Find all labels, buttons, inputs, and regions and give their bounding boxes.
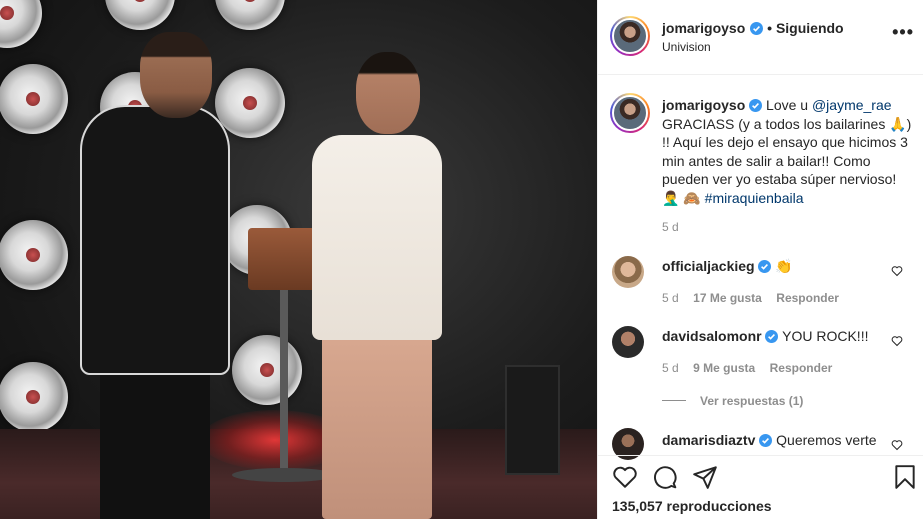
stage-light [215,0,285,30]
stool [248,228,320,290]
stage-light [105,0,175,30]
comment-username[interactable]: damarisdiaztv [662,432,755,448]
caption-avatar[interactable] [610,93,650,133]
comment-1-meta: 5 d 17 Me gusta Responder [662,289,839,307]
stage-light [0,0,42,48]
man-figure-legs [100,360,210,519]
stage-light [0,220,68,290]
verified-icon [749,22,763,35]
comment-timestamp[interactable]: 5 d [662,291,679,305]
caption-username[interactable]: jomarigoyso [662,97,745,113]
more-options-icon[interactable]: ••• [892,22,914,43]
author-avatar[interactable] [610,16,650,56]
stage-light [0,362,68,432]
instagram-post: jomarigoyso • Siguiendo Univision ••• jo… [0,0,923,519]
location-link[interactable]: Univision [662,40,711,54]
post-header: jomarigoyso • Siguiendo Univision ••• [598,0,923,75]
following-button[interactable]: • Siguiendo [767,20,843,36]
stage-light [232,335,302,405]
comment-2-meta: 5 d 9 Me gusta Responder [662,359,832,377]
stool-leg [280,290,288,480]
comment-text: YOU ROCK!!! [782,328,869,344]
comment-timestamp[interactable]: 5 d [662,361,679,375]
save-icon[interactable] [894,464,916,490]
like-icon[interactable] [612,464,638,490]
caption: jomarigoyso Love u @jayme_rae GRACIASS (… [662,96,912,207]
stool-base [232,468,336,482]
caption-hashtag[interactable]: #miraquienbaila [705,190,804,206]
woman-figure-head [356,52,420,134]
replies-divider [662,400,686,402]
comment-text: 👏 [775,258,793,274]
post-sidebar: jomarigoyso • Siguiendo Univision ••• jo… [597,0,923,519]
comment-username[interactable]: davidsalomonr [662,328,762,344]
comment-avatar[interactable] [612,256,644,288]
comment-like-icon[interactable] [891,439,903,451]
reply-button[interactable]: Responder [776,291,839,305]
comment-likes[interactable]: 17 Me gusta [693,291,762,305]
video-player[interactable] [0,0,597,519]
comment-like-icon[interactable] [891,265,903,277]
verified-icon [749,99,763,112]
view-replies-label[interactable]: Ver respuestas (1) [700,394,803,408]
action-bar: 135,057 reproducciones [598,455,923,519]
comment-2: davidsalomonr YOU ROCK!!! [662,328,868,344]
author-username[interactable]: jomarigoyso [662,20,745,36]
author-line: jomarigoyso • Siguiendo [662,20,844,38]
man-figure [80,105,230,375]
woman-figure [312,135,442,340]
stage-light [0,64,68,134]
speaker [505,365,560,475]
views-count[interactable]: 135,057 reproducciones [612,498,772,514]
verified-icon [765,330,779,343]
comment-1: officialjackieg 👏 [662,258,793,275]
caption-mention[interactable]: @jayme_rae [812,97,892,113]
caption-text-start: Love u [766,97,812,113]
comment-icon[interactable] [652,464,678,490]
comment-username[interactable]: officialjackieg [662,258,755,274]
caption-timestamp[interactable]: 5 d [662,220,679,234]
woman-figure-legs [322,335,432,519]
share-icon[interactable] [692,464,718,490]
comment-like-icon[interactable] [891,335,903,347]
verified-icon [759,434,773,447]
stage-light [215,68,285,138]
view-replies[interactable]: Ver respuestas (1) [662,392,803,410]
comment-text: Queremos verte [776,432,877,448]
reply-button[interactable]: Responder [770,361,833,375]
comment-likes[interactable]: 9 Me gusta [693,361,755,375]
man-figure-head [140,32,212,118]
comment-3: damarisdiaztv Queremos verte [662,432,877,448]
comment-avatar[interactable] [612,326,644,358]
verified-icon [758,260,772,273]
